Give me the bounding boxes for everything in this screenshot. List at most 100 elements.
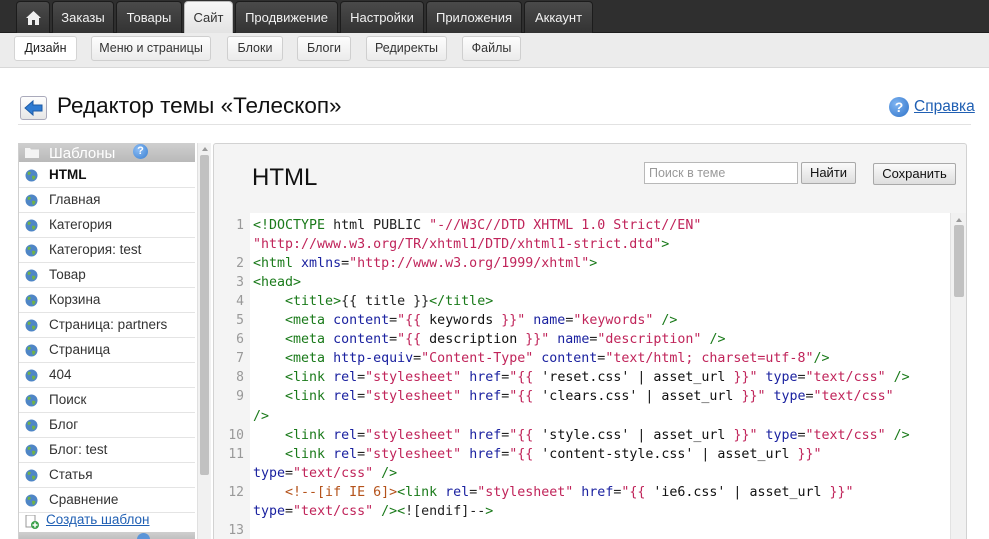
header-divider xyxy=(18,124,971,125)
scrollbar-thumb[interactable] xyxy=(954,225,964,297)
globe-icon xyxy=(25,344,38,357)
subtab-menus-pages[interactable]: Меню и страницы xyxy=(91,36,211,61)
templates-sidebar: Шаблоны ? HTML Главная Категория Категория:… xyxy=(18,143,211,539)
editor-scrollbar[interactable] xyxy=(950,213,966,539)
template-item[interactable]: Блог: test xyxy=(19,438,195,463)
template-item[interactable]: Сравнение xyxy=(19,488,195,513)
subtab-blogs[interactable]: Блоги xyxy=(297,36,351,61)
sidebar-scrollbar[interactable] xyxy=(197,143,211,539)
tab-apps[interactable]: Приложения xyxy=(426,1,522,33)
globe-icon xyxy=(25,419,38,432)
template-item-label: Статья xyxy=(49,467,93,482)
arrow-left-icon xyxy=(24,99,43,117)
line-number: 13 xyxy=(228,522,244,538)
line-number: 9 xyxy=(236,389,244,405)
help-icon xyxy=(137,533,150,539)
line-number: 12 xyxy=(228,484,244,500)
help-link[interactable]: Справка xyxy=(914,98,975,116)
create-template-link[interactable]: Создать шаблон xyxy=(46,512,150,527)
subtab-design[interactable]: Дизайн xyxy=(14,36,77,61)
home-tab[interactable] xyxy=(16,1,50,33)
template-item[interactable]: Главная xyxy=(19,188,195,213)
template-item[interactable]: Страница: partners xyxy=(19,313,195,338)
template-item-label: Страница xyxy=(49,342,111,357)
subtab-files[interactable]: Файлы xyxy=(462,36,521,61)
code-line: <meta http-equiv="Content-Type" content=… xyxy=(285,351,830,367)
globe-icon xyxy=(25,244,38,257)
tab-products[interactable]: Товары xyxy=(116,1,182,33)
subtab-redirects[interactable]: Редиректы xyxy=(366,36,447,61)
code-line: <!DOCTYPE html PUBLIC "-//W3C//DTD XHTML… xyxy=(253,218,702,233)
find-button[interactable]: Найти xyxy=(801,162,856,184)
folder-icon xyxy=(25,148,39,158)
line-number: 3 xyxy=(236,275,244,291)
template-item[interactable]: 404 xyxy=(19,363,195,388)
help-icon[interactable]: ? xyxy=(133,144,148,159)
template-item-label: HTML xyxy=(49,167,87,182)
line-number: 5 xyxy=(236,313,244,329)
template-item[interactable]: Товар xyxy=(19,263,195,288)
globe-icon xyxy=(25,294,38,307)
template-item-label: Поиск xyxy=(49,392,87,407)
help-icon: ? xyxy=(889,97,909,117)
globe-icon xyxy=(25,494,38,507)
code-line: <link rel="stylesheet" href="{{ 'reset.c… xyxy=(285,370,910,386)
tab-site[interactable]: Сайт xyxy=(184,1,233,34)
line-number: 6 xyxy=(236,332,244,348)
line-number: 4 xyxy=(236,294,244,310)
scroll-up-icon[interactable] xyxy=(956,218,962,222)
globe-icon xyxy=(25,269,38,282)
code-line: type="text/css" /><![endif]--> xyxy=(253,503,494,519)
subtab-blocks[interactable]: Блоки xyxy=(227,36,283,61)
next-section-header xyxy=(19,532,195,539)
back-button[interactable] xyxy=(20,96,47,120)
code-line: "http://www.w3.org/TR/xhtml1/DTD/xhtml1-… xyxy=(253,237,670,253)
template-item[interactable]: Страница xyxy=(19,338,195,363)
template-item[interactable]: Поиск xyxy=(19,388,195,413)
template-item[interactable]: Категория: test xyxy=(19,238,195,263)
line-number: 1 xyxy=(236,218,244,233)
create-template-row[interactable]: Создать шаблон xyxy=(19,512,195,529)
add-file-icon xyxy=(25,515,39,529)
globe-icon xyxy=(25,469,38,482)
page-title: Редактор темы «Телескоп» xyxy=(57,93,342,118)
line-number: 8 xyxy=(236,370,244,386)
code-line: /> xyxy=(253,408,270,424)
code-line: <link rel="stylesheet" href="{{ 'style.c… xyxy=(285,427,910,443)
tab-promotion[interactable]: Продвижение xyxy=(235,1,338,33)
template-item[interactable]: HTML xyxy=(19,163,195,188)
code-line: <title>{{ title }}</title> xyxy=(285,294,494,310)
code-editor[interactable]: 1 <!DOCTYPE html PUBLIC "-//W3C//DTD XHTM… xyxy=(214,213,966,539)
save-button[interactable]: Сохранить xyxy=(873,163,956,185)
globe-icon xyxy=(25,444,38,457)
template-item[interactable]: Блог xyxy=(19,413,195,438)
scroll-up-icon[interactable] xyxy=(202,147,208,151)
globe-icon xyxy=(25,194,38,207)
top-navigation: Заказы Товары Сайт Продвижение Настройки… xyxy=(0,0,989,34)
code-line: type="text/css" /> xyxy=(253,465,398,481)
home-icon xyxy=(26,11,41,25)
template-item-label: 404 xyxy=(49,367,72,382)
template-item[interactable]: Статья xyxy=(19,463,195,488)
code-line: <html xmlns="http://www.w3.org/1999/xhtm… xyxy=(253,256,598,272)
template-item-label: Сравнение xyxy=(49,492,119,507)
globe-icon xyxy=(25,319,38,332)
tab-settings[interactable]: Настройки xyxy=(340,1,424,33)
template-item-label: Товар xyxy=(49,267,86,282)
line-number: 11 xyxy=(228,446,244,462)
template-item-label: Блог: test xyxy=(49,442,108,457)
tab-orders[interactable]: Заказы xyxy=(52,1,114,33)
template-item[interactable]: Категория xyxy=(19,213,195,238)
line-number: 7 xyxy=(236,351,244,367)
tab-account[interactable]: Аккаунт xyxy=(524,1,593,33)
editor-title: HTML xyxy=(252,164,318,191)
globe-icon xyxy=(25,394,38,407)
scrollbar-thumb[interactable] xyxy=(200,155,209,475)
code-line: <!--[if IE 6]><link rel="stylesheet" hre… xyxy=(285,484,854,500)
sub-navigation: Дизайн Меню и страницы Блоки Блоги Редир… xyxy=(0,33,989,68)
templates-title: Шаблоны xyxy=(49,145,116,162)
template-item[interactable]: Корзина xyxy=(19,288,195,313)
templates-header: Шаблоны ? xyxy=(19,143,195,162)
theme-search-input[interactable] xyxy=(644,162,798,184)
template-item-label: Категория xyxy=(49,217,113,232)
